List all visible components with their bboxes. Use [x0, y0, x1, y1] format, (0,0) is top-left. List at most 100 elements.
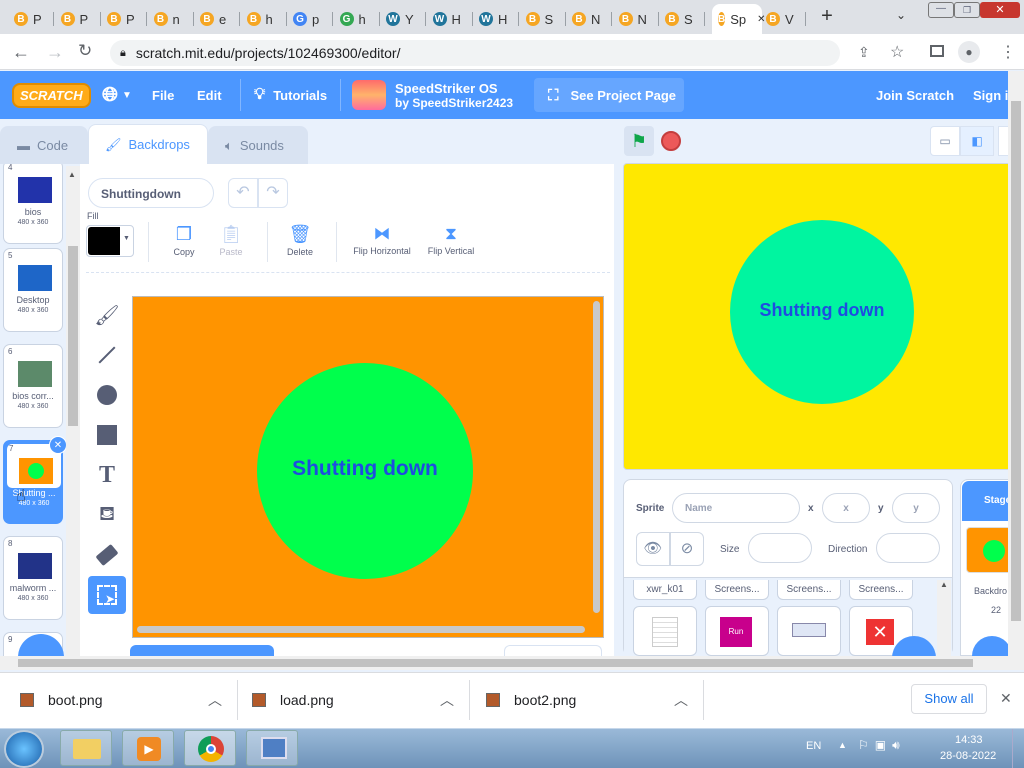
sprite-name-input[interactable]: Name [672, 493, 800, 523]
clock-time[interactable]: 14:33 [955, 734, 983, 746]
control-panel-taskbar-icon[interactable] [246, 730, 298, 766]
project-title[interactable]: SpeedStriker OS [395, 81, 498, 96]
profile-avatar-icon[interactable]: ● [958, 41, 980, 63]
copy-button[interactable]: ❐ Copy [166, 224, 202, 257]
chevron-up-icon[interactable]: ︿ [440, 690, 454, 710]
media-player-taskbar-icon[interactable]: ▶ [122, 730, 174, 766]
backdrop-item[interactable]: 6 bios corr... 480 x 360 [3, 344, 63, 428]
close-window-button[interactable]: ✕ [980, 2, 1020, 18]
join-scratch-link[interactable]: Join Scratch [876, 71, 954, 119]
browser-tab[interactable]: Be [194, 4, 240, 34]
paste-button[interactable]: 📋︎ Paste [213, 224, 249, 257]
browser-tab[interactable]: BV [760, 4, 806, 34]
browser-tab[interactable]: BS [659, 4, 705, 34]
browser-tab[interactable]: Bn [148, 4, 194, 34]
scratch-logo[interactable]: SCRATCH [12, 71, 91, 119]
browser-tab[interactable]: BN [613, 4, 659, 34]
file-menu[interactable]: File [152, 71, 174, 119]
eraser-tool-icon[interactable] [88, 536, 126, 574]
page-horizontal-scrollbar[interactable] [0, 656, 1024, 670]
browser-tab[interactable]: Gp [287, 4, 333, 34]
browser-tab[interactable]: BP [8, 4, 54, 34]
download-item[interactable]: boot2.png ︿ [486, 672, 700, 728]
tab-sounds[interactable]: 🔈︎ Sounds [208, 126, 308, 164]
sprite-card[interactable]: Run [705, 606, 769, 656]
side-panel-icon[interactable] [930, 45, 944, 57]
canvas-horizontal-scrollbar[interactable] [137, 626, 585, 633]
chevron-up-icon[interactable]: ︿ [208, 690, 222, 710]
backdrop-item[interactable]: 5 Desktop 480 x 360 [3, 248, 63, 332]
paint-canvas[interactable]: Shutting down [132, 296, 604, 638]
tab-code[interactable]: ▬ Code [0, 126, 88, 164]
edit-menu[interactable]: Edit [197, 71, 222, 119]
chevron-up-icon[interactable]: ︿ [674, 690, 688, 710]
backdrop-item[interactable]: 4 bios 480 x 360 [3, 164, 63, 244]
language-menu[interactable]: 🌐︎ ▼ [102, 71, 132, 119]
text-tool-icon[interactable]: T [88, 456, 126, 494]
backdrop-item[interactable]: 8 malworm ... 480 x 360 [3, 536, 63, 620]
show-sprite-button[interactable]: 👁︎ [636, 532, 670, 566]
size-input[interactable] [748, 533, 812, 563]
stage-canvas[interactable]: Shutting down [623, 163, 1013, 470]
browser-tab[interactable]: BP [101, 4, 147, 34]
close-downloads-icon[interactable]: ✕ [1000, 690, 1012, 707]
x-input[interactable]: x [822, 493, 870, 523]
large-stage-button[interactable]: ◧ [960, 126, 994, 156]
tutorials-menu[interactable]: 💡︎ Tutorials [254, 71, 327, 119]
redo-button[interactable]: ↷ [258, 178, 288, 208]
language-indicator[interactable]: EN [806, 740, 821, 752]
backdrop-list-scrollbar[interactable]: ▲ [66, 166, 80, 656]
browser-tab[interactable]: WY [380, 4, 426, 34]
forward-icon[interactable]: → [46, 42, 64, 63]
url-bar[interactable]: 🔒︎ scratch.mit.edu/projects/102469300/ed… [110, 40, 840, 66]
system-tray-icons[interactable]: ⚐▣🔊︎ [858, 738, 906, 753]
show-desktop-button[interactable] [1012, 729, 1024, 768]
green-flag-button[interactable]: ⚑ [624, 126, 654, 156]
sprite-card[interactable] [777, 606, 841, 656]
start-button[interactable] [4, 730, 44, 768]
tab-backdrops[interactable]: 🖌︎ Backdrops [88, 124, 208, 164]
clock-date[interactable]: 28-08-2022 [940, 750, 996, 762]
fill-color-picker[interactable]: ▼ [86, 225, 134, 257]
sprite-card[interactable] [633, 606, 697, 656]
rectangle-tool-icon[interactable] [88, 416, 126, 454]
maximize-button[interactable]: ❐ [954, 2, 980, 18]
circle-tool-icon[interactable] [88, 376, 126, 414]
backdrop-item[interactable]: 7 Shutting ... 480 x 360 ✕ [3, 436, 67, 524]
direction-input[interactable] [876, 533, 940, 563]
tab-search-icon[interactable]: ⌄ [896, 8, 906, 22]
delete-backdrop-icon[interactable]: ✕ [49, 436, 67, 454]
browser-tab[interactable]: Bh [241, 4, 287, 34]
undo-button[interactable]: ↶ [228, 178, 258, 208]
sprite-card-label[interactable]: Screens... [849, 580, 913, 600]
delete-button[interactable]: 🗑︎ Delete [282, 224, 318, 257]
flip-vertical-button[interactable]: ⧗ Flip Vertical [422, 224, 480, 256]
new-tab-button[interactable]: + [817, 6, 837, 26]
browser-tab[interactable]: WH [427, 4, 473, 34]
reload-icon[interactable]: ↻ [78, 41, 92, 61]
file-explorer-taskbar-icon[interactable] [60, 730, 112, 766]
browser-tab[interactable]: B Sp ✕ [712, 4, 766, 34]
show-all-button[interactable]: Show all [911, 684, 987, 714]
y-input[interactable]: y [892, 493, 940, 523]
line-tool-icon[interactable] [88, 336, 126, 374]
page-vertical-scrollbar[interactable] [1008, 71, 1024, 656]
download-item[interactable]: boot.png ︿ [20, 672, 234, 728]
stop-button[interactable] [661, 131, 681, 151]
sprite-card-label[interactable]: xwr_k01 [633, 580, 697, 600]
back-icon[interactable]: ← [12, 42, 30, 63]
small-stage-button[interactable]: ▭ [930, 126, 960, 156]
sprite-card-label[interactable]: Screens... [705, 580, 769, 600]
browser-tab[interactable]: BN [566, 4, 612, 34]
flip-horizontal-button[interactable]: ⧓ Flip Horizontal [348, 224, 416, 256]
browser-tab[interactable]: BS [520, 4, 566, 34]
chrome-menu-icon[interactable]: ⋮ [1000, 42, 1016, 62]
costume-name-input[interactable]: Shuttingdown [88, 178, 214, 208]
hide-sprite-button[interactable]: ⊘ [670, 532, 704, 566]
fill-bucket-tool-icon[interactable]: ⛾ [88, 496, 126, 534]
brush-tool-icon[interactable]: 🖌︎ [88, 296, 126, 334]
minimize-button[interactable]: — [928, 2, 954, 18]
download-item[interactable]: load.png ︿ [252, 672, 466, 728]
see-project-page-button[interactable]: ⛶ See Project Page [534, 78, 684, 112]
show-hidden-icons[interactable]: ▲ [838, 740, 847, 750]
